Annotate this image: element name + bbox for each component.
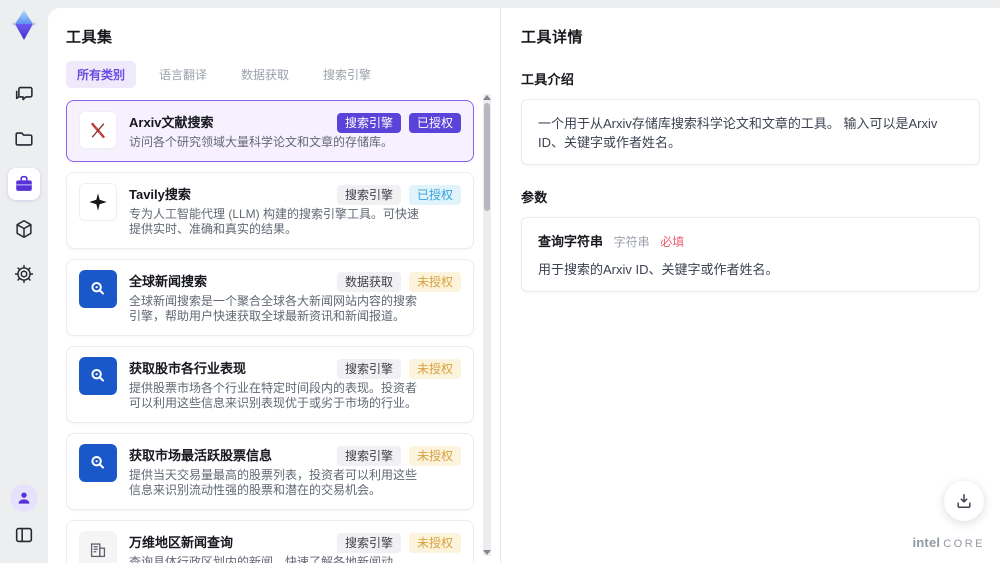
category-badge: 搜索引擎 xyxy=(336,445,401,466)
tool-card-active-stocks[interactable]: 获取市场最活跃股票信息 提供当天交易量最高的股票列表，投资者可以利用这些信息来识… xyxy=(66,432,474,510)
tool-card-global-news[interactable]: 全球新闻搜索 全球新闻搜索是一个聚合全球各大新闻网站内容的搜索引擎，帮助用户快速… xyxy=(66,258,474,336)
param-type: 字符串 xyxy=(613,235,650,249)
category-badge: 搜索引擎 xyxy=(336,532,401,553)
page-title: 工具集 xyxy=(66,29,113,46)
tool-description: 查询具体行政区划内的新闻，快速了解各地新闻动 xyxy=(129,554,394,563)
brand-product: core xyxy=(943,538,985,550)
auth-status-badge: 已授权 xyxy=(408,184,461,205)
tool-description: 提供股票市场各个行业在特定时间段内的表现。投资者可以利用这些信息来识别表现优于或… xyxy=(129,380,418,411)
tab-search-engine[interactable]: 搜索引擎 xyxy=(312,61,382,88)
category-badge: 搜索引擎 xyxy=(336,113,401,133)
detail-title: 工具详情 xyxy=(521,29,584,46)
intro-heading: 工具介绍 xyxy=(521,72,575,87)
panel-toggle-icon[interactable] xyxy=(8,519,40,551)
arxiv-icon xyxy=(79,111,117,149)
param-box: 查询字符串 字符串 必填 用于搜索的Arxiv ID、关键字或作者姓名。 xyxy=(521,217,980,292)
user-icon[interactable] xyxy=(10,484,38,512)
params-heading: 参数 xyxy=(521,190,548,205)
param-required-badge: 必填 xyxy=(660,235,685,249)
blue-search-icon xyxy=(79,269,117,308)
tool-detail-panel: 工具详情 工具介绍 一个用于从Arxiv存储库搜索科学论文和文章的工具。 输入可… xyxy=(500,8,1000,563)
intro-text: 一个用于从Arxiv存储库搜索科学论文和文章的工具。 输入可以是Arxiv ID… xyxy=(538,116,938,150)
tools-list-panel: 工具集 所有类别 语言翻译 数据获取 搜索引擎 Arxiv文献搜索 访问各个研究… xyxy=(48,8,500,563)
folder-icon[interactable] xyxy=(8,123,40,155)
tab-all-categories[interactable]: 所有类别 xyxy=(66,61,137,88)
brand-name: intel xyxy=(912,535,941,550)
download-button[interactable] xyxy=(944,481,984,521)
category-badge: 搜索引擎 xyxy=(336,358,401,379)
cube-icon[interactable] xyxy=(8,213,40,245)
param-name: 查询字符串 xyxy=(538,234,604,249)
tab-language-translation[interactable]: 语言翻译 xyxy=(148,61,218,88)
blue-search-icon xyxy=(79,443,117,482)
tool-description: 提供当天交易量最高的股票列表，投资者可以利用这些信息来识别流动性强的股票和潜在的… xyxy=(129,467,418,498)
chat-icon[interactable] xyxy=(8,78,40,110)
sparkle-icon xyxy=(79,182,117,221)
category-badge: 搜索引擎 xyxy=(336,184,401,205)
list-scrollbar[interactable] xyxy=(483,94,491,556)
auth-status-badge: 未授权 xyxy=(408,532,461,553)
blue-search-icon xyxy=(79,356,117,395)
tool-description: 专为人工智能代理 (LLM) 构建的搜索引擎工具。可快速提供实时、准确和真实的结… xyxy=(129,206,420,237)
tool-list: Arxiv文献搜索 访问各个研究领域大量科学论文和文章的存储库。 搜索引擎 已授… xyxy=(66,100,474,563)
content-shell: 工具集 所有类别 语言翻译 数据获取 搜索引擎 Arxiv文献搜索 访问各个研究… xyxy=(48,8,1000,563)
rail-nav xyxy=(8,78,40,290)
auth-status-badge: 未授权 xyxy=(408,358,461,379)
tool-card-tavily[interactable]: Tavily搜索 专为人工智能代理 (LLM) 构建的搜索引擎工具。可快速提供实… xyxy=(66,171,474,249)
tool-card-sector-performance[interactable]: 获取股市各行业表现 提供股票市场各个行业在特定时间段内的表现。投资者可以利用这些… xyxy=(66,345,474,423)
intel-core-logo: intel core xyxy=(912,535,985,550)
toolbox-icon-active[interactable] xyxy=(8,168,40,200)
tool-card-arxiv[interactable]: Arxiv文献搜索 访问各个研究领域大量科学论文和文章的存储库。 搜索引擎 已授… xyxy=(66,100,474,162)
tool-description: 全球新闻搜索是一个聚合全球各大新闻网站内容的搜索引擎，帮助用户快速获取全球最新资… xyxy=(129,293,418,324)
tool-card-regional-news[interactable]: 万维地区新闻查询 查询具体行政区划内的新闻，快速了解各地新闻动 搜索引擎 未授权 xyxy=(66,519,474,563)
scrollbar-thumb[interactable] xyxy=(484,103,490,211)
param-description: 用于搜索的Arxiv ID、关键字或作者姓名。 xyxy=(538,262,779,277)
scroll-down-arrow[interactable] xyxy=(483,550,491,555)
building-icon xyxy=(79,530,117,563)
rail-bottom xyxy=(8,484,40,551)
tool-description: 访问各个研究领域大量科学论文和文章的存储库。 xyxy=(129,135,394,149)
left-rail xyxy=(0,0,48,563)
scroll-up-arrow[interactable] xyxy=(483,95,491,100)
auth-status-badge: 未授权 xyxy=(408,445,461,466)
auth-status-badge: 已授权 xyxy=(408,113,461,133)
app-logo xyxy=(6,6,42,44)
auth-status-badge: 未授权 xyxy=(408,271,461,292)
category-tabs: 所有类别 语言翻译 数据获取 搜索引擎 xyxy=(66,61,474,88)
intro-box: 一个用于从Arxiv存储库搜索科学论文和文章的工具。 输入可以是Arxiv ID… xyxy=(521,99,980,165)
gear-icon[interactable] xyxy=(8,258,40,290)
category-badge: 数据获取 xyxy=(336,271,401,292)
tab-data-fetching[interactable]: 数据获取 xyxy=(230,61,300,88)
